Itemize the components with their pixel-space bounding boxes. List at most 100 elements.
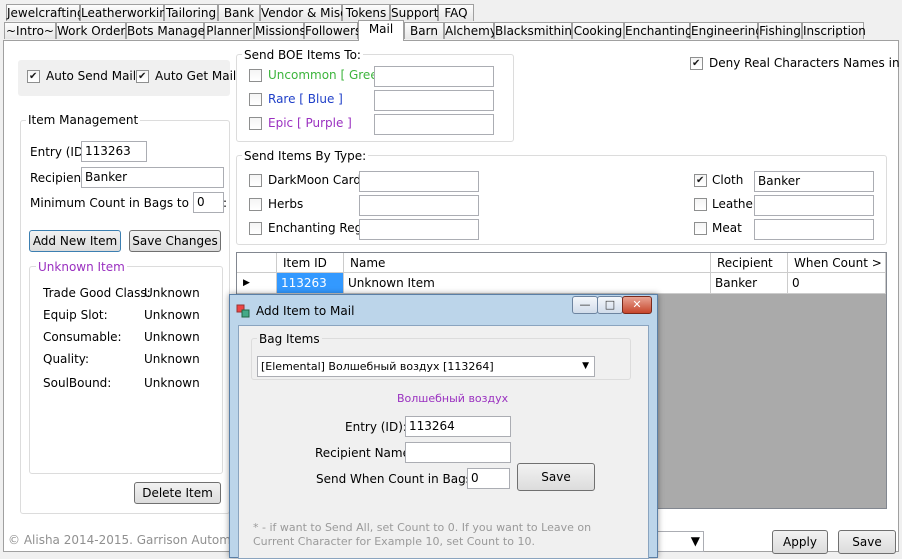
tab-inscription[interactable]: Inscription	[802, 22, 866, 39]
send-by-type-legend: Send Items By Type:	[242, 149, 369, 163]
herbs-checkbox[interactable]	[249, 198, 262, 211]
tab-jewelcrafting[interactable]: Jewelcrafting	[6, 4, 85, 21]
dialog-title: Add Item to Mail	[256, 304, 355, 318]
bag-items-dropdown[interactable]: [Elemental] Волшебный воздух [113264] ▼	[257, 356, 595, 377]
auto-get-mail-label: Auto Get Mail	[155, 69, 237, 83]
tab-mail[interactable]: Mail	[358, 20, 404, 41]
tab-bank[interactable]: Bank	[218, 4, 260, 21]
tab-engineering[interactable]: Engineering	[690, 22, 763, 39]
cloth-label: Cloth	[712, 173, 744, 187]
tab-tokens[interactable]: Tokens	[342, 4, 390, 21]
grid-row-selector[interactable]: ▶	[237, 273, 277, 294]
epic-checkbox[interactable]	[249, 117, 262, 130]
dialog-titlebar[interactable]: Add Item to Mail — □ ✕	[230, 295, 657, 325]
min-count-field[interactable]: 0	[193, 192, 224, 213]
tab-blacksmithing[interactable]: Blacksmithing	[494, 22, 580, 39]
dialog-entry-id-field[interactable]: 113264	[405, 416, 511, 437]
cloth-checkbox[interactable]	[694, 174, 707, 187]
unknown-item-legend: Unknown Item	[36, 260, 127, 274]
rare-label: Rare [ Blue ]	[268, 92, 343, 106]
meat-recipient-field[interactable]	[754, 219, 874, 240]
dialog-save-button[interactable]: Save	[517, 463, 595, 491]
tab-followers[interactable]: Followers	[304, 22, 361, 39]
auto-get-mail-checkbox[interactable]	[136, 70, 149, 83]
bag-items-legend: Bag Items	[257, 332, 322, 346]
tab-tailoring[interactable]: Tailoring	[164, 4, 218, 21]
chevron-down-icon: ▼	[582, 361, 589, 371]
grid-cell-item-id[interactable]: 113263	[277, 273, 344, 294]
tab-missions[interactable]: Missions	[254, 22, 306, 39]
cloth-recipient-field[interactable]: Banker	[754, 171, 874, 192]
tab-row-bottom: ~Intro~ Work Orders Bots Manager Planner…	[0, 20, 902, 41]
soulbound-value: Unknown	[144, 376, 200, 390]
item-management-legend: Item Management	[26, 113, 141, 127]
close-icon[interactable]: ✕	[622, 296, 652, 314]
tab-intro[interactable]: ~Intro~	[4, 22, 56, 39]
minimize-icon[interactable]: —	[572, 296, 598, 314]
darkmoon-cards-label: DarkMoon Cards	[268, 173, 368, 187]
equip-slot-label: Equip Slot:	[43, 308, 108, 322]
tab-fishing[interactable]: Fishing	[758, 22, 802, 39]
grid-cell-recipient[interactable]: Banker	[711, 273, 788, 294]
tab-vendor-misc[interactable]: Vendor & Misc	[260, 4, 347, 21]
dialog-count-field[interactable]: 0	[467, 468, 510, 489]
dialog-recipient-label: Recipient Name:	[315, 446, 415, 460]
entry-id-field[interactable]: 113263	[81, 141, 147, 162]
grid-cell-when-count[interactable]: 0	[788, 273, 886, 294]
leather-checkbox[interactable]	[694, 198, 707, 211]
tab-enchanting[interactable]: Enchanting	[624, 22, 693, 39]
dialog-recipient-field[interactable]	[405, 442, 511, 463]
dialog-note: * - if want to Send All, set Count to 0.…	[253, 521, 592, 548]
enchanting-regs-checkbox[interactable]	[249, 222, 262, 235]
grid-cell-name[interactable]: Unknown Item	[344, 273, 711, 294]
dialog-entry-id-label: Entry (ID):	[345, 420, 407, 434]
quality-value: Unknown	[144, 352, 200, 366]
epic-recipient-field[interactable]	[374, 114, 494, 135]
leather-recipient-field[interactable]	[754, 195, 874, 216]
grid-header-item-id[interactable]: Item ID	[277, 253, 344, 273]
darkmoon-cards-recipient-field[interactable]	[359, 171, 479, 192]
add-new-item-button[interactable]: Add New Item	[29, 230, 121, 252]
enchanting-regs-label: Enchanting Regs	[268, 221, 369, 235]
meat-checkbox[interactable]	[694, 222, 707, 235]
enchanting-regs-recipient-field[interactable]	[359, 219, 479, 240]
herbs-label: Herbs	[268, 197, 304, 211]
delete-item-button[interactable]: Delete Item	[134, 482, 221, 504]
tab-support[interactable]: Support	[390, 4, 438, 21]
save-changes-button[interactable]: Save Changes	[129, 230, 221, 252]
meat-label: Meat	[712, 221, 742, 235]
item-name-label: Волшебный воздух	[397, 392, 509, 405]
maximize-icon[interactable]: □	[597, 296, 623, 314]
tab-row-top: Jewelcrafting Leatherworking Tailoring B…	[0, 4, 902, 22]
apply-button[interactable]: Apply	[772, 530, 828, 554]
equip-slot-value: Unknown	[144, 308, 200, 322]
add-item-dialog: Add Item to Mail — □ ✕ Bag Items [Elemen…	[229, 294, 658, 559]
herbs-recipient-field[interactable]	[359, 195, 479, 216]
tab-faq[interactable]: FAQ	[438, 4, 474, 21]
app-icon	[236, 304, 250, 318]
darkmoon-cards-checkbox[interactable]	[249, 174, 262, 187]
uncommon-checkbox[interactable]	[249, 69, 262, 82]
selected-bag-item: [Elemental] Волшебный воздух [113264]	[261, 360, 494, 373]
uncommon-recipient-field[interactable]	[374, 66, 494, 87]
rare-recipient-field[interactable]	[374, 90, 494, 111]
consumable-value: Unknown	[144, 330, 200, 344]
tab-barn[interactable]: Barn	[404, 22, 444, 39]
tab-planner[interactable]: Planner	[204, 22, 254, 39]
save-button[interactable]: Save	[838, 530, 896, 554]
quality-label: Quality:	[43, 352, 90, 366]
grid-header-recipient[interactable]: Recipient	[711, 253, 788, 273]
send-boe-legend: Send BOE Items To:	[242, 48, 363, 62]
trade-good-class-label: Trade Good Class:	[43, 286, 151, 300]
tab-cooking[interactable]: Cooking	[572, 22, 624, 39]
deny-real-names-checkbox[interactable]	[690, 57, 703, 70]
tab-alchemy[interactable]: Alchemy	[444, 22, 497, 39]
grid-header-name[interactable]: Name	[344, 253, 711, 273]
auto-send-mail-checkbox[interactable]	[27, 70, 40, 83]
tab-bots-manager[interactable]: Bots Manager	[126, 22, 210, 39]
recipient-field[interactable]: Banker	[81, 167, 224, 188]
grid-header-when-count[interactable]: When Count >	[788, 253, 886, 273]
tab-work-orders[interactable]: Work Orders	[56, 22, 132, 39]
rare-checkbox[interactable]	[249, 93, 262, 106]
tab-leatherworking[interactable]: Leatherworking	[80, 4, 174, 21]
